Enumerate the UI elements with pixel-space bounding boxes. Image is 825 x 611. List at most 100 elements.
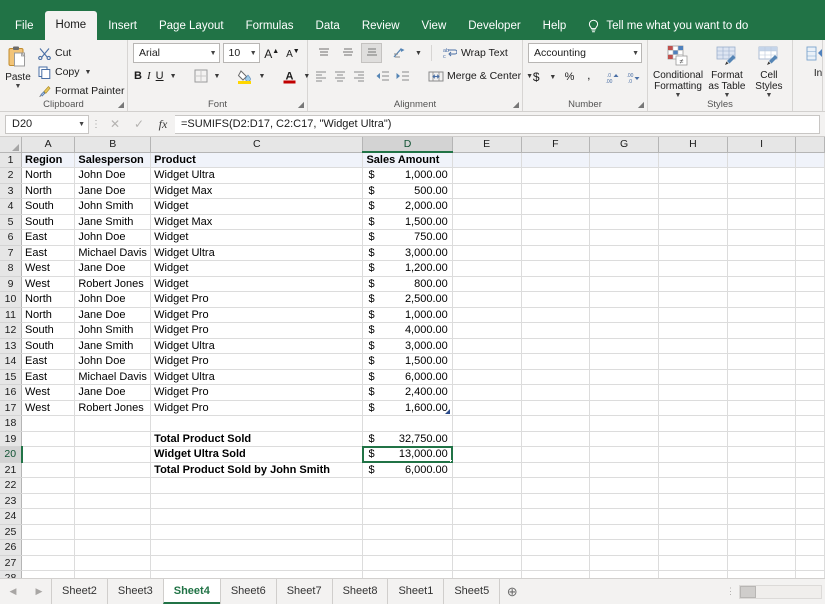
- cell-E12[interactable]: [452, 322, 522, 339]
- cell-G24[interactable]: [589, 508, 660, 525]
- cell-B15[interactable]: Michael Davis: [74, 369, 152, 385]
- column-header-G[interactable]: G: [589, 137, 660, 153]
- cell-I24[interactable]: [727, 508, 797, 525]
- column-header-I[interactable]: I: [727, 137, 797, 153]
- row-header-22[interactable]: 22: [0, 477, 23, 494]
- cell-A7[interactable]: East: [21, 245, 76, 261]
- cut-button[interactable]: Cut: [33, 44, 127, 62]
- cell-partial-24[interactable]: [795, 508, 825, 525]
- align-center-button[interactable]: [332, 66, 348, 86]
- copy-dropdown-icon[interactable]: ▼: [83, 69, 94, 76]
- cell-F3[interactable]: [521, 183, 591, 199]
- ribbon-tab-help[interactable]: Help: [532, 12, 578, 40]
- cell-F15[interactable]: [521, 369, 591, 385]
- cell-B11[interactable]: Jane Doe: [74, 307, 152, 323]
- cell-E11[interactable]: [452, 307, 522, 323]
- cell-E19[interactable]: [452, 431, 522, 447]
- row-header-6[interactable]: 6: [0, 229, 23, 246]
- cell-G14[interactable]: [589, 353, 660, 370]
- orientation-dropdown-icon[interactable]: ▼: [413, 50, 424, 57]
- name-box-dropdown-icon[interactable]: ▼: [78, 121, 85, 128]
- cell-partial-1[interactable]: [795, 152, 825, 168]
- cell-G1[interactable]: [589, 152, 660, 168]
- cell-C22[interactable]: [150, 477, 364, 494]
- cell-partial-18[interactable]: [795, 415, 825, 432]
- cell-F21[interactable]: [521, 462, 591, 478]
- cell-B26[interactable]: [74, 539, 152, 556]
- cell-E5[interactable]: [452, 214, 522, 230]
- cell-B18[interactable]: [74, 415, 152, 432]
- row-header-4[interactable]: 4: [0, 198, 23, 215]
- ribbon-tab-view[interactable]: View: [411, 12, 458, 40]
- enter-formula-button[interactable]: ✓: [127, 114, 151, 134]
- cell-D23[interactable]: [362, 493, 453, 509]
- cell-D25[interactable]: [362, 524, 453, 540]
- cell-H10[interactable]: [658, 291, 728, 308]
- cell-D10[interactable]: $2,500.00: [362, 291, 453, 308]
- cell-F14[interactable]: [521, 353, 591, 370]
- cell-partial-20[interactable]: [795, 446, 825, 463]
- cell-F13[interactable]: [521, 338, 591, 354]
- cell-D5[interactable]: $1,500.00: [362, 214, 453, 230]
- cell-F24[interactable]: [521, 508, 591, 525]
- ribbon-tab-review[interactable]: Review: [351, 12, 411, 40]
- cell-I26[interactable]: [727, 539, 797, 556]
- scrollbar-thumb[interactable]: [740, 585, 756, 598]
- cell-E4[interactable]: [452, 198, 522, 215]
- row-header-26[interactable]: 26: [0, 539, 23, 556]
- cell-A16[interactable]: West: [21, 384, 76, 401]
- cell-A12[interactable]: South: [21, 322, 76, 339]
- cell-G13[interactable]: [589, 338, 660, 354]
- cell-H26[interactable]: [658, 539, 728, 556]
- cell-I19[interactable]: [727, 431, 797, 447]
- comma-format-button[interactable]: ,: [581, 67, 597, 87]
- bold-button[interactable]: B: [133, 66, 143, 86]
- cell-D4[interactable]: $2,000.00: [362, 198, 453, 215]
- underline-dropdown-icon[interactable]: ▼: [168, 73, 179, 80]
- cell-H12[interactable]: [658, 322, 728, 339]
- cell-D18[interactable]: [362, 415, 453, 432]
- cell-H13[interactable]: [658, 338, 728, 354]
- row-header-21[interactable]: 21: [0, 462, 23, 478]
- cell-E24[interactable]: [452, 508, 522, 525]
- cell-I7[interactable]: [727, 245, 797, 261]
- cell-C24[interactable]: [150, 508, 364, 525]
- align-right-button[interactable]: [351, 66, 367, 86]
- row-header-18[interactable]: 18: [0, 415, 23, 432]
- cell-C19[interactable]: Total Product Sold: [150, 431, 364, 447]
- cell-G17[interactable]: [589, 400, 660, 416]
- cell-E23[interactable]: [452, 493, 522, 509]
- cell-E1[interactable]: [452, 152, 522, 168]
- cell-A20[interactable]: [21, 446, 76, 463]
- cell-A24[interactable]: [21, 508, 76, 525]
- sheet-tab-sheet3[interactable]: Sheet3: [106, 579, 164, 604]
- row-header-15[interactable]: 15: [0, 369, 23, 385]
- cell-G27[interactable]: [589, 555, 660, 571]
- cell-partial-16[interactable]: [795, 384, 825, 401]
- scrollbar-grip[interactable]: ⋮: [726, 586, 739, 597]
- row-header-27[interactable]: 27: [0, 555, 23, 571]
- cell-B5[interactable]: Jane Smith: [74, 214, 152, 230]
- smart-tag-indicator[interactable]: [444, 409, 450, 414]
- cell-partial-17[interactable]: [795, 400, 825, 416]
- column-header-D[interactable]: D: [362, 137, 453, 153]
- cell-H17[interactable]: [658, 400, 728, 416]
- merge-center-button[interactable]: Merge & Center ▼: [425, 67, 538, 85]
- cell-F23[interactable]: [521, 493, 591, 509]
- ribbon-tab-developer[interactable]: Developer: [457, 12, 531, 40]
- conditional-formatting-button[interactable]: ≠ Conditional Formatting ▼: [653, 43, 703, 99]
- cell-H11[interactable]: [658, 307, 728, 323]
- cell-E14[interactable]: [452, 353, 522, 370]
- cell-E8[interactable]: [452, 260, 522, 277]
- cell-A23[interactable]: [21, 493, 76, 509]
- cell-F2[interactable]: [521, 167, 591, 184]
- horizontal-scrollbar[interactable]: ⋮: [726, 584, 822, 599]
- sheet-tab-sheet8[interactable]: Sheet8: [331, 579, 389, 604]
- cell-E13[interactable]: [452, 338, 522, 354]
- cell-H7[interactable]: [658, 245, 728, 261]
- cell-F6[interactable]: [521, 229, 591, 246]
- name-box[interactable]: D20 ▼: [5, 114, 89, 134]
- cell-D6[interactable]: $750.00: [362, 229, 453, 246]
- cell-A2[interactable]: North: [21, 167, 76, 184]
- cell-E18[interactable]: [452, 415, 522, 432]
